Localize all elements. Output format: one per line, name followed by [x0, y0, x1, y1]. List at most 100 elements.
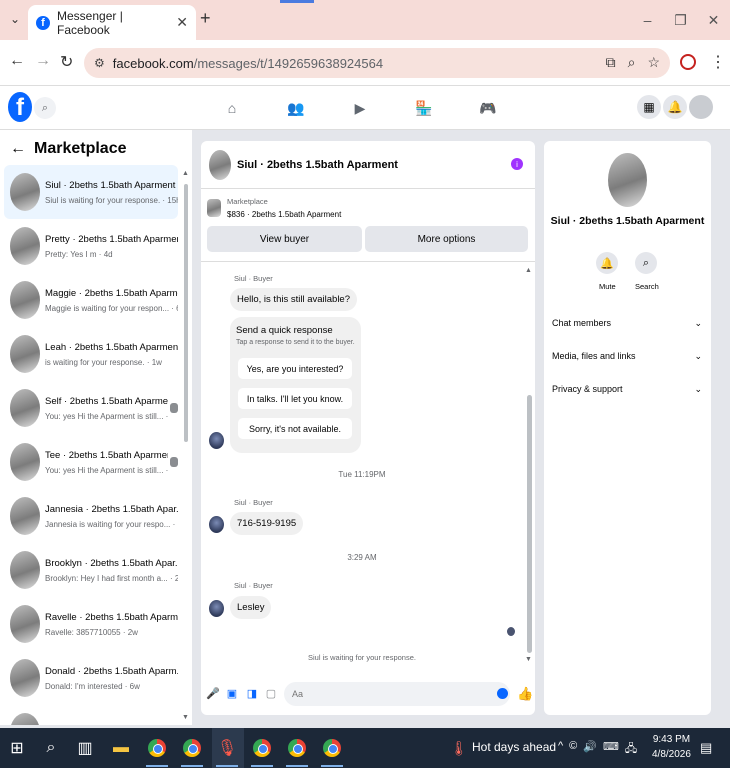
forward-arrow-icon[interactable]: → — [35, 52, 51, 70]
conversation-item[interactable]: Tee · 2beths 1.5bath Aparment You: yes Hi… — [4, 435, 178, 489]
listing-title: $836 · 2beths 1.5bath Aparment — [227, 210, 342, 219]
facebook-logo-icon[interactable]: f — [8, 92, 32, 122]
sticker-icon[interactable]: ◨ — [246, 687, 258, 700]
media-files-section[interactable]: Media, files and links ⌄ — [552, 351, 702, 362]
marketplace-label: Marketplace — [227, 197, 268, 206]
conversation-item[interactable]: Jannesia · 2beths 1.5bath Apar... Jannesi… — [4, 489, 178, 543]
browser-profile-icon[interactable] — [680, 54, 696, 70]
address-bar[interactable]: ⚙ facebook.com/messages/t/14926596389245… — [84, 48, 670, 78]
scroll-down-icon[interactable]: ▼ — [182, 714, 189, 721]
browser-toolbar: ← → ↻ ⚙ facebook.com/messages/t/14926596… — [0, 40, 730, 86]
marketplace-icon[interactable]: 🏪 — [414, 98, 434, 118]
speaker-icon[interactable]: 🔊 — [583, 740, 597, 759]
info-icon[interactable]: i — [511, 158, 523, 170]
conversation-avatar — [10, 281, 40, 319]
conversation-item[interactable]: Donald · 2beths 1.5bath Aparm... Donald: … — [4, 651, 178, 705]
buyer-avatar[interactable] — [209, 600, 224, 617]
copilot-icon[interactable]: © — [569, 740, 577, 759]
keyboard-icon[interactable]: ⌨ — [603, 740, 619, 759]
file-explorer-icon[interactable]: ▬ — [110, 736, 132, 760]
conversation-item[interactable]: Ravelle · 2beths 1.5bath Aparm... Ravelle… — [4, 597, 178, 651]
chevron-up-icon[interactable]: ^ — [558, 740, 563, 759]
sender-label: Siul · Buyer — [234, 274, 273, 283]
conversation-item[interactable]: Pretty · 2beths 1.5bath Aparment Pretty: … — [4, 219, 178, 273]
search-icon[interactable]: ⌕ — [40, 736, 62, 760]
message-input[interactable] — [284, 682, 510, 706]
tab-search-dropdown-icon[interactable]: ⌄ — [4, 8, 26, 30]
conversation-avatar — [10, 497, 40, 535]
facebook-search-icon[interactable]: ⌕ — [34, 97, 56, 119]
search-icon[interactable]: ⌕ — [635, 252, 657, 274]
menu-grid-icon[interactable]: ▦ — [637, 95, 661, 119]
browser-menu-icon[interactable]: ⋮ — [710, 52, 726, 72]
chrome-app-icon[interactable] — [181, 736, 203, 760]
network-icon[interactable]: 🖧 — [625, 740, 637, 759]
browser-tab-bar: ⌄ f Messenger | Facebook ✕ + – ❐ ✕ — [0, 0, 730, 40]
restore-button[interactable]: ❐ — [664, 0, 697, 40]
quick-reply-not-available-button[interactable]: Sorry, it's not available. — [238, 418, 352, 439]
zoom-icon[interactable]: ⌕ — [628, 54, 636, 71]
chrome-app-icon[interactable] — [321, 736, 343, 760]
conversation-item[interactable]: Mamitha · 2beths 1.5bath Apar... — [4, 705, 178, 725]
tab-close-icon[interactable]: ✕ — [176, 14, 188, 31]
scroll-up-icon[interactable]: ▲ — [525, 267, 532, 274]
contact-avatar[interactable] — [209, 149, 231, 180]
quick-reply-interested-button[interactable]: Yes, are you interested? — [238, 358, 352, 379]
gaming-icon[interactable]: 🎮 — [478, 98, 498, 118]
more-options-button[interactable]: More options — [365, 226, 528, 252]
site-info-icon[interactable]: ⚙ — [94, 56, 105, 70]
task-view-icon[interactable]: ▥ — [74, 736, 96, 760]
chat-scrollbar[interactable] — [527, 395, 532, 653]
bookmark-star-icon[interactable]: ☆ — [647, 54, 660, 71]
listing-row[interactable]: Marketplace $836 · 2beths 1.5bath Aparme… — [207, 197, 341, 219]
close-window-button[interactable]: ✕ — [697, 0, 730, 40]
emoji-icon[interactable] — [497, 688, 508, 699]
quick-reply-in-talks-button[interactable]: In talks. I'll let you know. — [238, 388, 352, 409]
new-tab-button[interactable]: + — [200, 8, 211, 29]
video-icon[interactable]: ▶ — [350, 98, 370, 118]
friends-icon[interactable]: 👥 — [286, 98, 306, 118]
minimize-button[interactable]: – — [631, 0, 664, 40]
conversation-name: Self · 2beths 1.5bath Aparment — [45, 395, 168, 407]
account-avatar[interactable] — [689, 95, 713, 119]
chrome-app-icon[interactable] — [146, 736, 168, 760]
photo-icon[interactable]: ▣ — [226, 687, 238, 700]
install-app-icon[interactable]: ⧉ — [606, 54, 616, 71]
browser-tab[interactable]: f Messenger | Facebook ✕ — [28, 5, 196, 40]
chrome-app-icon[interactable] — [286, 736, 308, 760]
weather-widget[interactable]: Hot days ahead — [472, 740, 556, 754]
home-icon[interactable]: ⌂ — [222, 98, 242, 118]
scroll-up-icon[interactable]: ▲ — [182, 170, 189, 177]
conversation-item[interactable]: Brooklyn · 2beths 1.5bath Apar... Brookly… — [4, 543, 178, 597]
mute-bell-icon[interactable]: 🔔 — [596, 252, 618, 274]
notification-center-icon[interactable]: ▤ — [700, 740, 712, 756]
reload-icon[interactable]: ↻ — [60, 52, 73, 72]
contact-avatar-large[interactable] — [608, 153, 647, 207]
notifications-bell-icon[interactable]: 🔔 — [663, 95, 687, 119]
quick-response-title: Send a quick response — [236, 325, 333, 336]
chat-title[interactable]: Siul · 2beths 1.5bath Aparment — [237, 159, 398, 171]
thermometer-icon[interactable]: 🌡 — [448, 736, 470, 760]
thumbs-up-icon[interactable]: 👍 — [517, 686, 533, 702]
back-arrow-icon[interactable]: ← — [10, 140, 26, 158]
buyer-avatar[interactable] — [209, 516, 224, 533]
privacy-support-section[interactable]: Privacy & support ⌄ — [552, 384, 702, 395]
chrome-app-icon[interactable] — [251, 736, 273, 760]
conversation-item[interactable]: Siul · 2beths 1.5bath Aparment Siul is wa… — [4, 165, 178, 219]
buyer-avatar[interactable] — [209, 432, 224, 449]
conversation-item[interactable]: Self · 2beths 1.5bath Aparment You: yes H… — [4, 381, 178, 435]
scroll-down-icon[interactable]: ▼ — [525, 656, 532, 663]
seen-indicator-avatar — [507, 627, 515, 636]
conversation-name: Donald · 2beths 1.5bath Aparm... — [45, 665, 178, 677]
pinned-app-icon[interactable]: 🎙 — [216, 736, 238, 760]
view-buyer-button[interactable]: View buyer — [207, 226, 362, 252]
sidebar-scrollbar[interactable] — [184, 184, 188, 442]
windows-start-icon[interactable]: ⊞ — [6, 736, 28, 760]
gif-icon[interactable]: ▢ — [265, 687, 277, 700]
back-arrow-icon[interactable]: ← — [9, 52, 25, 70]
conversation-item[interactable]: Leah · 2beths 1.5bath Aparment is waiting… — [4, 327, 178, 381]
chat-members-section[interactable]: Chat members ⌄ — [552, 318, 702, 329]
conversation-item[interactable]: Maggie · 2beths 1.5bath Aparme... Maggie … — [4, 273, 178, 327]
taskbar-clock[interactable]: 9:43 PM 4/8/2026 — [652, 732, 691, 762]
microphone-icon[interactable]: 🎤 — [206, 687, 220, 700]
